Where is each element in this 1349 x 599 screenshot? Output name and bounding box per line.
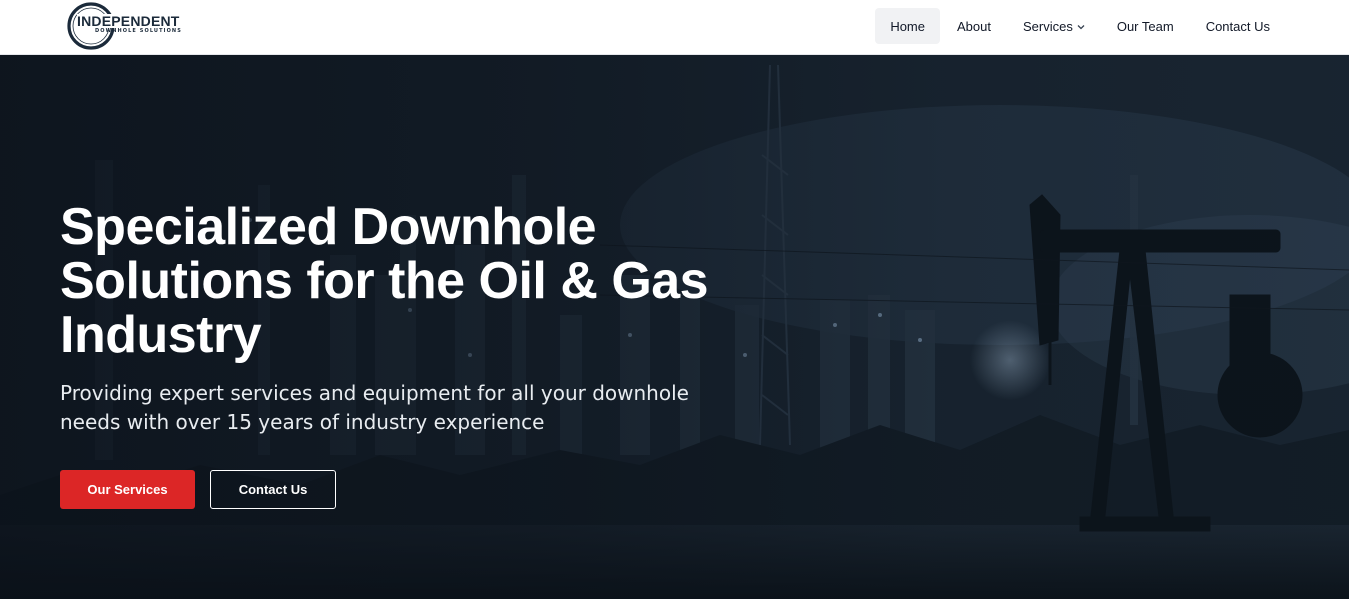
hero-actions: Our Services Contact Us (60, 470, 336, 509)
hero-title-line: Solutions for the Oil & Gas (60, 252, 709, 310)
nav-item-home[interactable]: Home (875, 8, 940, 44)
hero-title: Specialized Downhole Solutions for the O… (60, 200, 800, 362)
nav-item-our-team[interactable]: Our Team (1102, 8, 1189, 44)
nav-item-label: About (957, 18, 991, 34)
site-logo[interactable]: INDEPENDENT DOWNHOLE SOLUTIONS (66, 1, 186, 53)
main-nav: Home About Services Our Team Contact Us (873, 8, 1285, 44)
our-services-button[interactable]: Our Services (60, 470, 195, 509)
hero-subtitle-line: Providing expert services and equipment … (60, 381, 689, 405)
contact-us-button[interactable]: Contact Us (210, 470, 336, 509)
chevron-down-icon (1077, 23, 1085, 32)
nav-item-label: Home (890, 18, 925, 34)
nav-item-label: Services (1022, 18, 1073, 34)
nav-item-services[interactable]: Services (1008, 8, 1100, 44)
hero-title-line: Specialized Downhole (60, 198, 597, 256)
nav-item-label: Contact Us (1205, 18, 1270, 34)
hero-subtitle-line: needs with over 15 years of industry exp… (60, 410, 545, 434)
logo-wordmark: INDEPENDENT (77, 13, 181, 29)
hero-subtitle: Providing expert services and equipment … (60, 379, 720, 437)
hero-content: Specialized Downhole Solutions for the O… (60, 200, 800, 437)
hero-title-line: Industry (60, 306, 262, 364)
nav-item-contact-us[interactable]: Contact Us (1191, 8, 1285, 44)
site-header: INDEPENDENT DOWNHOLE SOLUTIONS Home Abou… (0, 0, 1349, 55)
hero-section: Specialized Downhole Solutions for the O… (0, 55, 1349, 599)
nav-item-label: Our Team (1116, 18, 1174, 34)
logo-tagline: DOWNHOLE SOLUTIONS (95, 28, 182, 34)
nav-item-about[interactable]: About (942, 8, 1006, 44)
